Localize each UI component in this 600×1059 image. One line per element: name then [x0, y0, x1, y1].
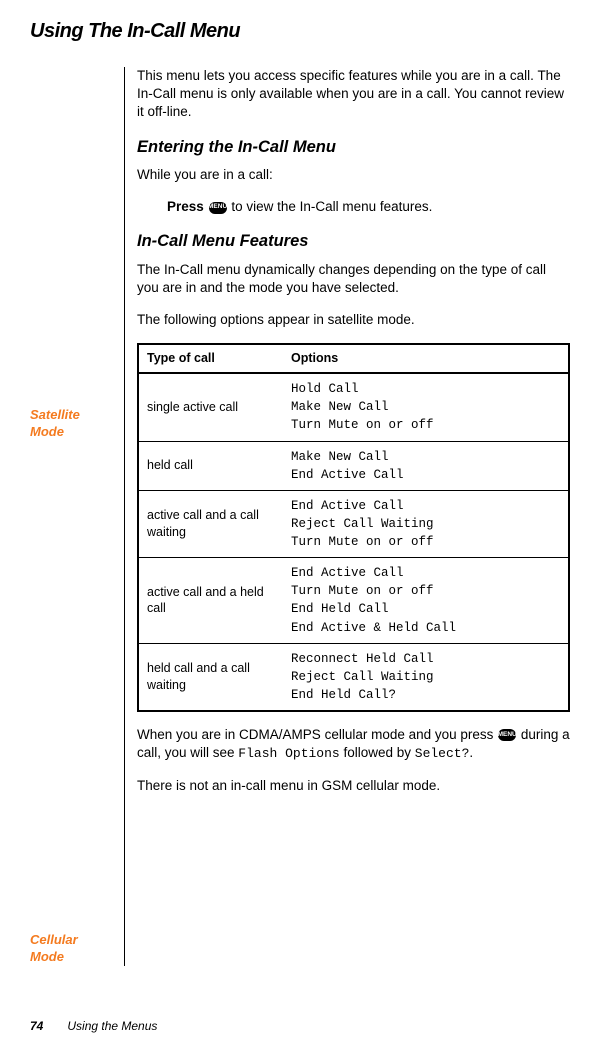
content-wrapper: Satellite Mode Cellular Mode This menu l… [30, 67, 570, 966]
satellite-options-table: Type of call Options single active call … [137, 343, 570, 712]
main-content: This menu lets you access specific featu… [137, 67, 570, 966]
cell-type: active call and a held call [138, 558, 283, 644]
intro-paragraph: This menu lets you access specific featu… [137, 67, 570, 122]
press-line: Press MENU to view the In-Call menu feat… [167, 198, 570, 216]
header-options: Options [283, 344, 569, 373]
option-line: Make New Call [291, 398, 560, 416]
option-line: End Active Call [291, 466, 560, 484]
cell-type: held call [138, 441, 283, 490]
cell-options: Hold Call Make New Call Turn Mute on or … [283, 373, 569, 441]
option-line: End Active Call [291, 497, 560, 515]
table-row: held call and a call waiting Reconnect H… [138, 643, 569, 711]
cellular-prefix: When you are in CDMA/AMPS cellular mode … [137, 727, 497, 742]
cell-type: single active call [138, 373, 283, 441]
press-rest: to view the In-Call menu features. [228, 199, 433, 214]
option-line: Reject Call Waiting [291, 515, 560, 533]
page-footer: 74 Using the Menus [30, 1019, 157, 1033]
option-line: Turn Mute on or off [291, 416, 560, 434]
while-text: While you are in a call: [137, 166, 570, 184]
footer-text: Using the Menus [67, 1019, 157, 1033]
lcd-select: Select? [415, 746, 470, 761]
cellular-followed: followed by [340, 745, 415, 760]
features-heading: In-Call Menu Features [137, 230, 570, 252]
table-row: active call and a call waiting End Activ… [138, 490, 569, 557]
menu-icon: MENU [498, 729, 516, 741]
header-type: Type of call [138, 344, 283, 373]
lcd-flash-options: Flash Options [238, 746, 339, 761]
sidebar-heading-satellite: Satellite Mode [30, 407, 112, 441]
sidebar: Satellite Mode Cellular Mode [30, 67, 125, 966]
cell-options: Reconnect Held Call Reject Call Waiting … [283, 643, 569, 711]
option-line: End Held Call? [291, 686, 560, 704]
table-header-row: Type of call Options [138, 344, 569, 373]
gsm-note: There is not an in-call menu in GSM cell… [137, 777, 570, 795]
page-number: 74 [30, 1019, 43, 1033]
entering-heading: Entering the In-Call Menu [137, 136, 570, 158]
option-line: End Held Call [291, 600, 560, 618]
satellite-intro: The following options appear in satellit… [137, 311, 570, 329]
cellular-intro: When you are in CDMA/AMPS cellular mode … [137, 726, 570, 763]
table-row: active call and a held call End Active C… [138, 558, 569, 644]
page-title: Using The In-Call Menu [30, 20, 570, 43]
menu-icon: MENU [209, 202, 227, 214]
cell-options: End Active Call Turn Mute on or off End … [283, 558, 569, 644]
option-line: Hold Call [291, 380, 560, 398]
option-line: Turn Mute on or off [291, 533, 560, 551]
press-bold: Press [167, 199, 204, 214]
option-line: Reconnect Held Call [291, 650, 560, 668]
table-row: held call Make New Call End Active Call [138, 441, 569, 490]
cell-options: End Active Call Reject Call Waiting Turn… [283, 490, 569, 557]
option-line: Make New Call [291, 448, 560, 466]
cell-type: held call and a call waiting [138, 643, 283, 711]
table-row: single active call Hold Call Make New Ca… [138, 373, 569, 441]
cell-type: active call and a call waiting [138, 490, 283, 557]
features-intro: The In-Call menu dynamically changes dep… [137, 261, 570, 297]
option-line: Reject Call Waiting [291, 668, 560, 686]
sidebar-heading-cellular: Cellular Mode [30, 932, 112, 966]
option-line: End Active & Held Call [291, 619, 560, 637]
option-line: End Active Call [291, 564, 560, 582]
option-line: Turn Mute on or off [291, 582, 560, 600]
cell-options: Make New Call End Active Call [283, 441, 569, 490]
